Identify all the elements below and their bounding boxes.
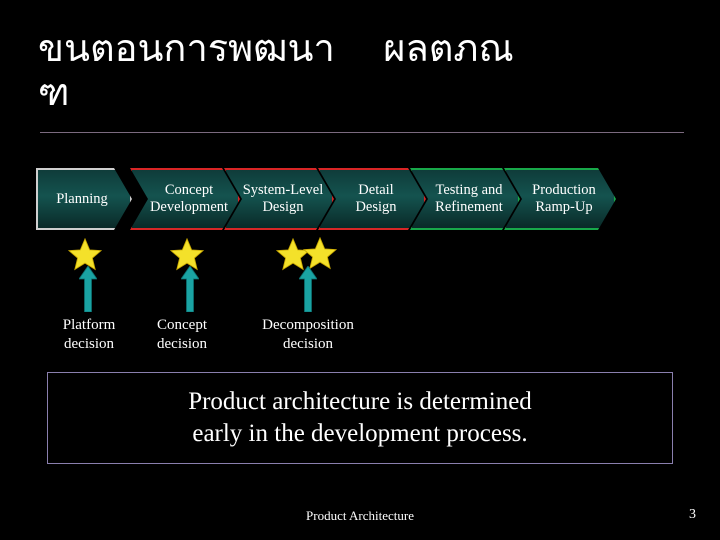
process-step-label: Testing and Refinement [435,182,503,215]
process-step-testing-and-refinement[interactable]: Testing and Refinement [410,168,520,230]
process-step-label: Production Ramp-Up [532,182,596,215]
slide: ขนตอนการพฒนา ผลตภณ ฑ Planning Concept De… [0,0,720,540]
callout-text: Product architecture is determined early… [188,388,532,447]
up-arrow-icon [299,266,317,312]
up-arrow-icon [79,266,97,312]
process-step-label: Detail Design [355,182,397,215]
process-chevron-row: Planning Concept Development System-Leve… [36,168,616,230]
process-step-system-level-design[interactable]: System-Level Design [224,168,334,230]
process-step-label: Planning [56,190,108,207]
footer-page-number: 3 [689,507,696,522]
footer-title: Product Architecture [306,508,414,523]
decision-label-platform: Platform decision [62,317,116,352]
process-step-production-ramp-up[interactable]: Production Ramp-Up [504,168,616,230]
process-step-detail-design[interactable]: Detail Design [318,168,426,230]
process-step-label: Concept Development [149,182,229,215]
decision-label-decomposition: Decomposition decision [262,317,354,352]
process-step-concept-development[interactable]: Concept Development [130,168,240,230]
process-step-label: System-Level Design [242,182,324,215]
title-divider [40,132,684,133]
callout-box: Product architecture is determined early… [47,372,673,464]
decision-label-concept: Concept decision [157,317,207,352]
up-arrow-icon [181,266,199,312]
process-step-planning[interactable]: Planning [36,168,132,230]
page-title: ขนตอนการพฒนา ผลตภณ ฑ [38,26,514,114]
